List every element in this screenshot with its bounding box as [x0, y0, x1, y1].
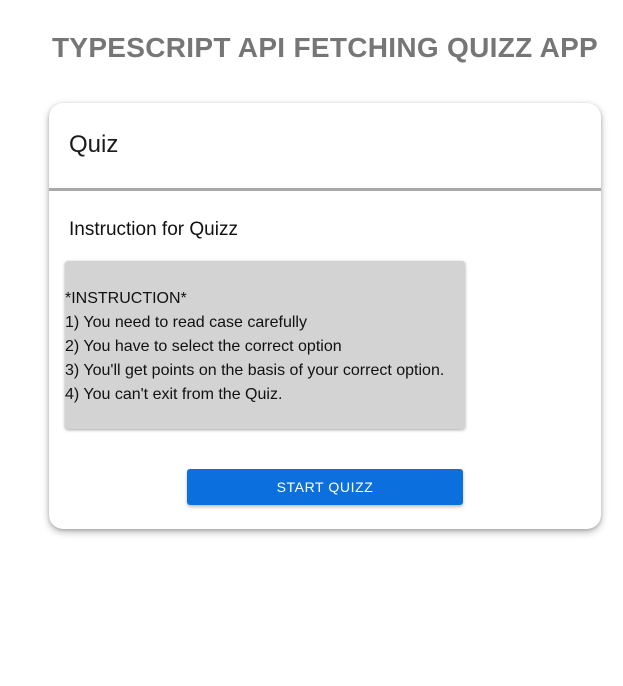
- instruction-item: 2) You have to select the correct option: [65, 338, 342, 355]
- instruction-item: 3) You'll get points on the basis of you…: [65, 362, 445, 379]
- app-title: TYPESCRIPT API FETCHING QUIZZ APP: [51, 32, 599, 63]
- instruction-heading: Instruction for Quizz: [69, 219, 238, 240]
- card-title: Quiz: [69, 131, 119, 158]
- page: TYPESCRIPT API FETCHING QUIZZ APP Quiz I…: [0, 0, 623, 686]
- start-quiz-button[interactable]: START QUIZZ: [187, 469, 463, 505]
- quiz-card: Quiz Instruction for Quizz *INSTRUCTION*…: [49, 103, 601, 529]
- card-header: Quiz: [49, 103, 601, 191]
- instruction-box: *INSTRUCTION* 1) You need to read case c…: [65, 261, 465, 429]
- instruction-item: 1) You need to read case carefully: [65, 314, 307, 331]
- instruction-header: *INSTRUCTION*: [65, 290, 187, 307]
- instruction-item: 4) You can't exit from the Quiz.: [65, 386, 283, 403]
